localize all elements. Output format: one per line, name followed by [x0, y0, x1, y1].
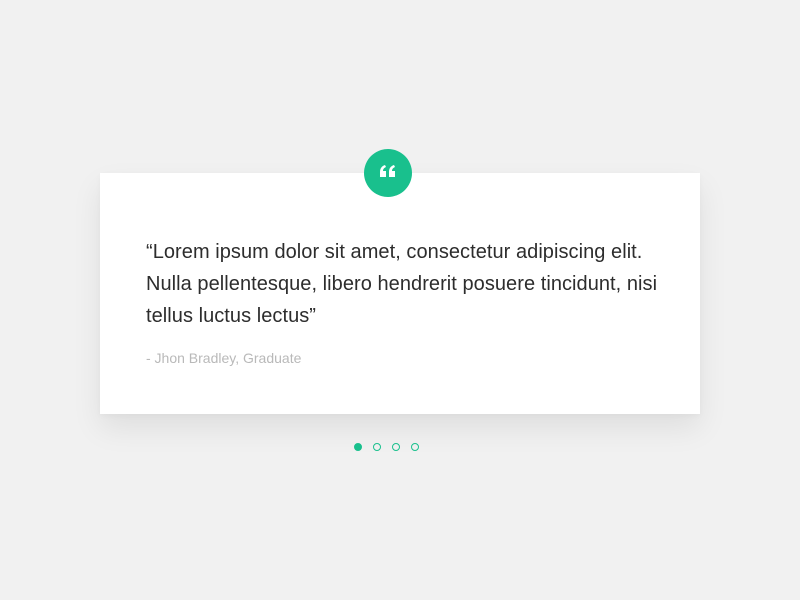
pagination-dot-1[interactable] [354, 443, 362, 451]
pagination-dot-3[interactable] [392, 443, 400, 451]
quote-badge [364, 149, 412, 197]
quote-icon [378, 164, 398, 182]
pagination-dot-2[interactable] [373, 443, 381, 451]
carousel-pagination [354, 443, 419, 451]
testimonial-quote: “Lorem ipsum dolor sit amet, consectetur… [146, 241, 658, 327]
testimonial-card: “Lorem ipsum dolor sit amet, consectetur… [100, 173, 700, 414]
pagination-dot-4[interactable] [411, 443, 419, 451]
testimonial-author: - Jhon Bradley, Graduate [146, 350, 302, 366]
